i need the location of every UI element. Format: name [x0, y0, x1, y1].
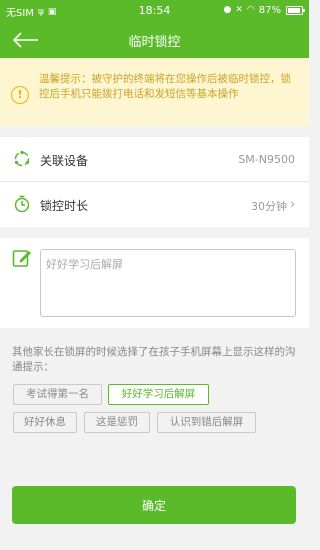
- status-bar: 无SIM ψ ▣ 18:54 ● ✕ ◠ 87%: [0, 0, 309, 22]
- sync-icon: [14, 150, 30, 167]
- message-input[interactable]: [40, 249, 296, 317]
- duration-label: 锁控时长: [40, 199, 89, 213]
- duration-value: 30分钟: [251, 200, 287, 213]
- location-icon: ●: [223, 5, 232, 15]
- tag-option[interactable]: 这是惩罚: [84, 412, 150, 433]
- device-row[interactable]: 关联设备 SM-N9500: [0, 137, 309, 182]
- title-bar: 临时锁控: [0, 22, 309, 58]
- notice-text: 温馨提示：被守护的终端将在您操作后被临时锁控，锁控后手机只能拨打电话和发短信等基…: [39, 73, 291, 100]
- tag-option[interactable]: 考试得第一名: [13, 384, 102, 405]
- timer-icon: [14, 195, 30, 213]
- confirm-button[interactable]: 确定: [12, 486, 296, 524]
- tag-option[interactable]: 好好休息: [13, 412, 77, 433]
- status-right: ● ✕ ◠ 87%: [223, 4, 305, 16]
- device-value: SM-N9500: [238, 153, 295, 166]
- mute-icon: ✕: [235, 5, 243, 15]
- hint-text: 其他家长在锁屏的时候选择了在孩子手机屏幕上显示这样的沟通提示：: [12, 346, 296, 373]
- device-label: 关联设备: [40, 154, 89, 168]
- edit-icon: [12, 250, 31, 267]
- battery-percent: 87%: [258, 4, 281, 16]
- tag-option-selected[interactable]: 好好学习后解屏: [108, 384, 209, 405]
- wifi-icon: ◠: [246, 5, 255, 15]
- chevron-right-icon: ›: [290, 197, 295, 211]
- exclamation-icon: !: [11, 86, 29, 104]
- duration-row[interactable]: 锁控时长 30分钟 ›: [0, 182, 309, 227]
- notice-banner: ! 温馨提示：被守护的终端将在您操作后被临时锁控，锁控后手机只能拨打电话和发短信…: [0, 58, 309, 126]
- page-title: 临时锁控: [128, 35, 181, 50]
- message-section: [0, 238, 309, 328]
- battery-icon: [286, 5, 305, 15]
- tag-option[interactable]: 认识到错后解屏: [157, 412, 256, 433]
- settings-list: 关联设备 SM-N9500 锁控时长 30分钟 ›: [0, 137, 309, 227]
